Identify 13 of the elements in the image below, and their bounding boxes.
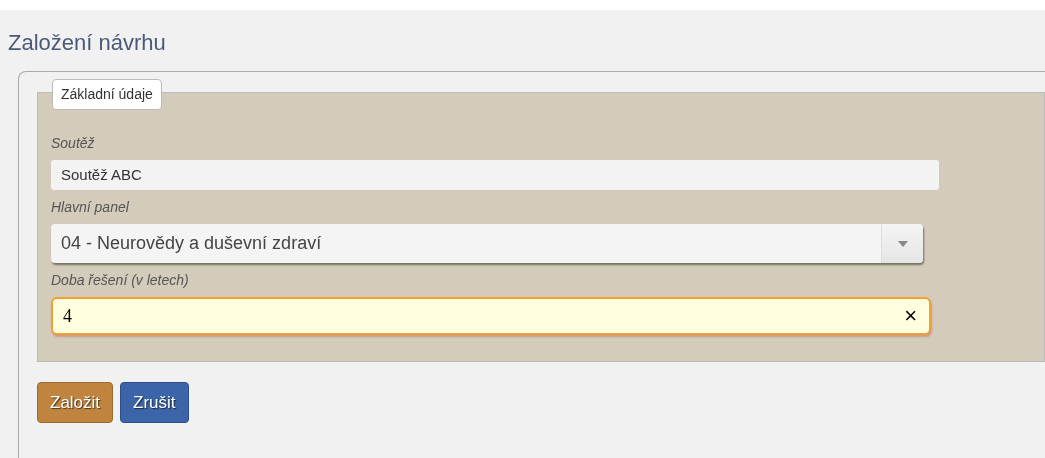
field-label: Soutěž <box>51 134 96 153</box>
fieldset-legend: Základní údaje <box>52 79 162 110</box>
dropdown-field[interactable]: 04 - Neurovědy a duševní zdraví <box>51 224 923 263</box>
input-value: 4 <box>63 304 73 328</box>
field-label: Doba řešení (v letech) <box>51 271 190 290</box>
selected-value: 04 - Neurovědy a duševní zdraví <box>60 232 323 255</box>
text-field[interactable]: Soutěž ABC <box>51 160 939 190</box>
dropdown-arrow-icon <box>897 240 908 247</box>
field-label: Hlavní panel <box>51 198 130 217</box>
page-title: Založení návrhu <box>8 29 167 54</box>
cancel-button[interactable]: Zrušit <box>120 382 189 423</box>
input-field[interactable]: 4 × <box>51 297 931 335</box>
clear-button[interactable]: × <box>904 305 917 327</box>
